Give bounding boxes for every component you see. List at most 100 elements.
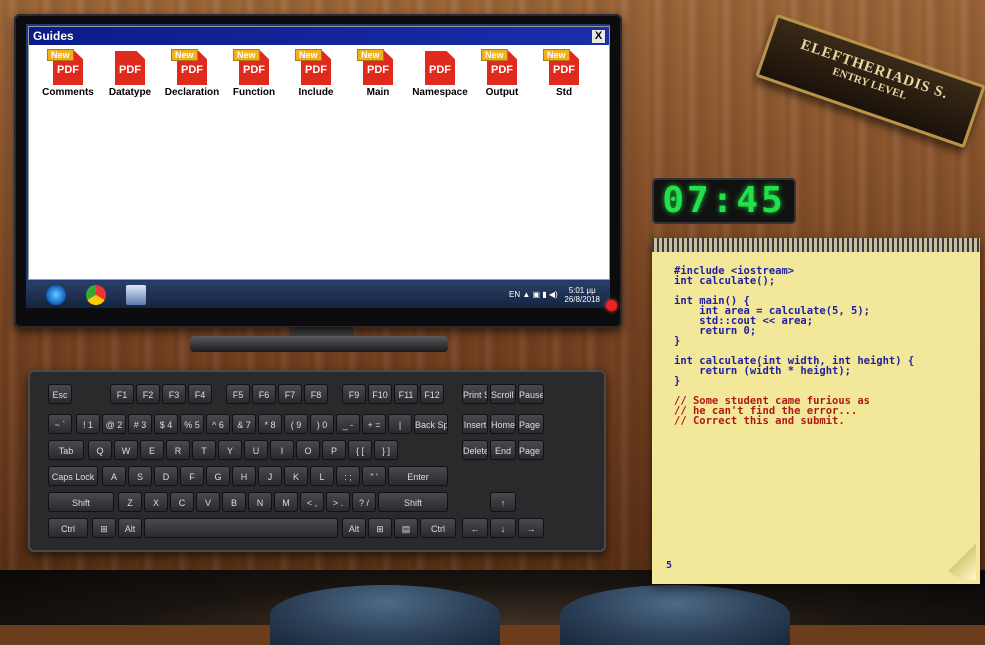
key-f2[interactable]: F2 xyxy=(136,384,160,404)
pdf-file-include[interactable]: PDF New Include xyxy=(285,49,347,98)
pdf-file-declaration[interactable]: PDF New Declaration xyxy=(161,49,223,98)
key-r[interactable]: R xyxy=(166,440,190,460)
chrome-icon[interactable] xyxy=(86,285,106,305)
key-0[interactable]: ) 0 xyxy=(310,414,334,434)
key-q[interactable]: Q xyxy=(88,440,112,460)
key-f[interactable]: F xyxy=(180,466,204,486)
key-1[interactable]: ! 1 xyxy=(76,414,100,434)
key-f10[interactable]: F10 xyxy=(368,384,392,404)
key-y[interactable]: Y xyxy=(218,440,242,460)
key-tab[interactable]: Tab xyxy=(48,440,84,460)
key-f12[interactable]: F12 xyxy=(420,384,444,404)
key-sym-1-13[interactable]: | xyxy=(388,414,412,434)
start-button-icon[interactable] xyxy=(46,285,66,305)
key-caps-lock[interactable]: Caps Lock xyxy=(48,466,98,486)
code-text[interactable]: #include <iostream> int calculate(); int m… xyxy=(674,266,914,427)
pdf-file-std[interactable]: PDF New Std xyxy=(533,49,595,98)
key-l[interactable]: L xyxy=(310,466,334,486)
key-k[interactable]: K xyxy=(284,466,308,486)
key-x[interactable]: X xyxy=(144,492,168,512)
key-shift[interactable]: Shift xyxy=(378,492,448,512)
key-space[interactable] xyxy=(144,518,338,538)
key-a[interactable]: A xyxy=(102,466,126,486)
key-f9[interactable]: F9 xyxy=(342,384,366,404)
key-f8[interactable]: F8 xyxy=(304,384,328,404)
key-h[interactable]: H xyxy=(232,466,256,486)
language-indicator[interactable]: EN xyxy=(509,290,520,299)
key-sym-4-9[interactable]: > . xyxy=(326,492,350,512)
key-sym-5-8[interactable]: ← xyxy=(462,518,488,538)
key-d[interactable]: D xyxy=(154,466,178,486)
key-z[interactable]: Z xyxy=(118,492,142,512)
key-insert[interactable]: Insert xyxy=(462,414,488,434)
key-sym-5-5[interactable]: ⊞ xyxy=(368,518,392,538)
key-page-down[interactable]: Page Down xyxy=(518,440,544,460)
key-sym-1-12[interactable]: + = xyxy=(362,414,386,434)
key-e[interactable]: E xyxy=(140,440,164,460)
key-sym-5-6[interactable]: ▤ xyxy=(394,518,418,538)
power-button[interactable] xyxy=(606,300,617,311)
key-o[interactable]: O xyxy=(296,440,320,460)
key-3[interactable]: # 3 xyxy=(128,414,152,434)
key-pause-break[interactable]: Pause Break xyxy=(518,384,544,404)
key-i[interactable]: I xyxy=(270,440,294,460)
key-alt[interactable]: Alt xyxy=(342,518,366,538)
key-sym-3-11[interactable]: " ' xyxy=(362,466,386,486)
key-sym-5-1[interactable]: ⊞ xyxy=(92,518,116,538)
key-sym-1-0[interactable]: ~ ` xyxy=(48,414,72,434)
key-n[interactable]: N xyxy=(248,492,272,512)
page-curl[interactable] xyxy=(940,544,976,580)
key-esc[interactable]: Esc xyxy=(48,384,72,404)
key-shift[interactable]: Shift xyxy=(48,492,114,512)
pdf-file-datatype[interactable]: PDF Datatype xyxy=(99,51,161,98)
key-delete[interactable]: Delete xyxy=(462,440,488,460)
key-back-space[interactable]: Back Space xyxy=(414,414,448,434)
key-home[interactable]: Home xyxy=(490,414,516,434)
key-ctrl[interactable]: Ctrl xyxy=(48,518,88,538)
key-8[interactable]: * 8 xyxy=(258,414,282,434)
key-sym-1-11[interactable]: _ - xyxy=(336,414,360,434)
key-f4[interactable]: F4 xyxy=(188,384,212,404)
key-end[interactable]: End xyxy=(490,440,516,460)
key-c[interactable]: C xyxy=(170,492,194,512)
key-sym-5-9[interactable]: ↓ xyxy=(490,518,516,538)
key-sym-2-12[interactable]: } ] xyxy=(374,440,398,460)
key-f3[interactable]: F3 xyxy=(162,384,186,404)
key-sym-5-10[interactable]: → xyxy=(518,518,544,538)
key-4[interactable]: $ 4 xyxy=(154,414,178,434)
key-u[interactable]: U xyxy=(244,440,268,460)
key-page-up[interactable]: Page Up xyxy=(518,414,544,434)
key-w[interactable]: W xyxy=(114,440,138,460)
key-9[interactable]: ( 9 xyxy=(284,414,308,434)
key-v[interactable]: V xyxy=(196,492,220,512)
key-print-screen[interactable]: Print Screen xyxy=(462,384,488,404)
key-f11[interactable]: F11 xyxy=(394,384,418,404)
pdf-file-function[interactable]: PDF New Function xyxy=(223,49,285,98)
pdf-file-comments[interactable]: PDF New Comments xyxy=(37,49,99,98)
key-sym-4-12[interactable]: ↑ xyxy=(490,492,516,512)
key-b[interactable]: B xyxy=(222,492,246,512)
key-t[interactable]: T xyxy=(192,440,216,460)
key-p[interactable]: P xyxy=(322,440,346,460)
key-7[interactable]: & 7 xyxy=(232,414,256,434)
key-sym-2-11[interactable]: { [ xyxy=(348,440,372,460)
key-sym-4-10[interactable]: ? / xyxy=(352,492,376,512)
key-f6[interactable]: F6 xyxy=(252,384,276,404)
key-alt[interactable]: Alt xyxy=(118,518,142,538)
key-ctrl[interactable]: Ctrl xyxy=(420,518,456,538)
close-button[interactable]: X xyxy=(591,29,606,44)
key-j[interactable]: J xyxy=(258,466,282,486)
key-2[interactable]: @ 2 xyxy=(102,414,126,434)
key-g[interactable]: G xyxy=(206,466,230,486)
computer-icon[interactable] xyxy=(126,285,146,305)
key-f7[interactable]: F7 xyxy=(278,384,302,404)
key-m[interactable]: M xyxy=(274,492,298,512)
key-scroll-lock[interactable]: Scroll Lock xyxy=(490,384,516,404)
key-f5[interactable]: F5 xyxy=(226,384,250,404)
key-s[interactable]: S xyxy=(128,466,152,486)
key-6[interactable]: ^ 6 xyxy=(206,414,230,434)
pdf-file-output[interactable]: PDF New Output xyxy=(471,49,533,98)
key-5[interactable]: % 5 xyxy=(180,414,204,434)
key-sym-4-8[interactable]: < , xyxy=(300,492,324,512)
key-f1[interactable]: F1 xyxy=(110,384,134,404)
